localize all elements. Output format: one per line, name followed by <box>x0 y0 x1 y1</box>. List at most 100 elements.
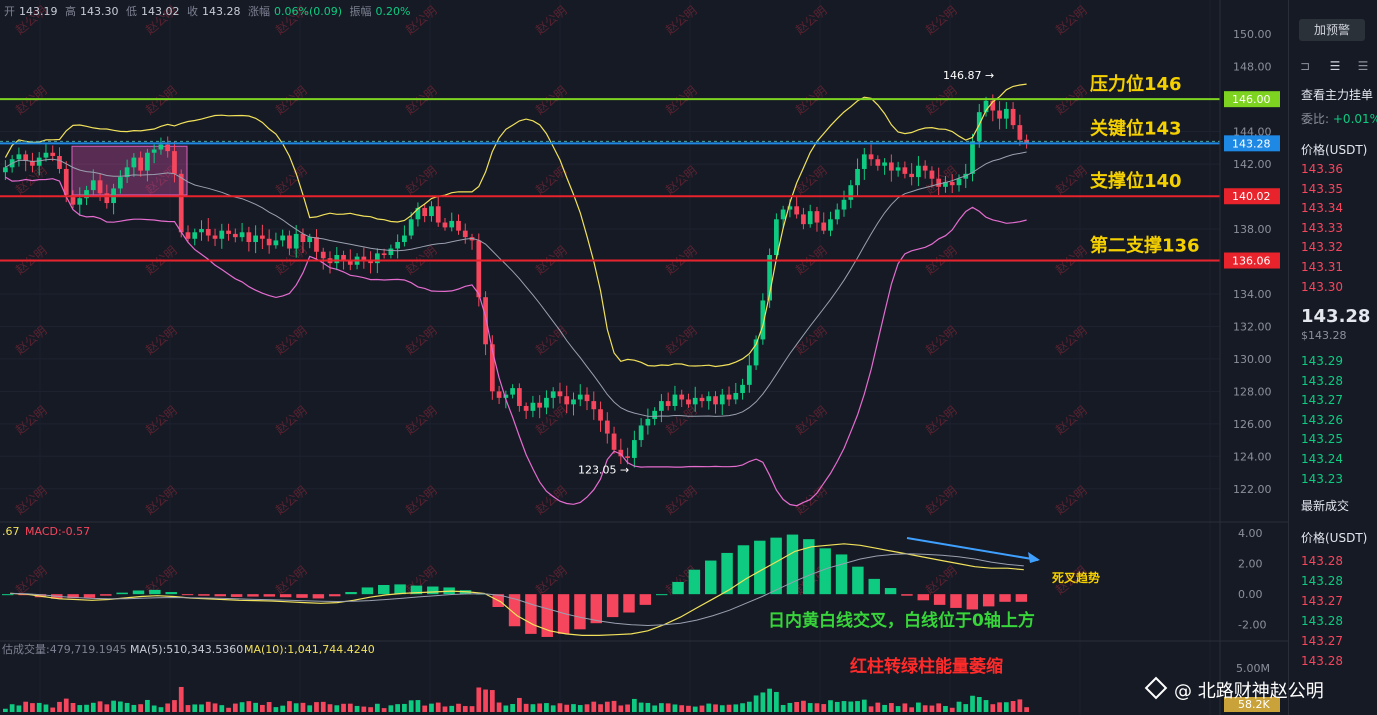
candle-body <box>205 229 211 236</box>
volume-bar <box>956 701 962 712</box>
volume-bar <box>422 705 428 712</box>
ask-price-row[interactable]: 143.31 <box>1301 260 1343 274</box>
candle-body <box>36 157 42 166</box>
candle-body <box>253 235 258 243</box>
macd-histogram-bar <box>83 594 96 598</box>
volume-bar <box>922 705 928 712</box>
ask-price-row[interactable]: 143.33 <box>1301 221 1343 235</box>
volume-bar <box>943 706 948 712</box>
candle-body <box>185 232 191 239</box>
candle-body <box>462 230 468 238</box>
volume-bar <box>158 707 164 712</box>
candlestick-chart[interactable]: 赵公明 赵公明 赵公明 赵公明 赵公明 赵公明 赵公明 赵公明 赵公明赵公明 赵公明 赵公明 赵公明赵… <box>0 0 1288 715</box>
candle-body <box>97 180 103 194</box>
volume-bar <box>909 707 915 712</box>
macd-histogram-bar <box>933 594 946 605</box>
volume-bar <box>131 704 137 712</box>
volume-bar <box>205 701 211 712</box>
volume-bar <box>807 703 813 712</box>
volume-bar <box>462 706 468 712</box>
ask-price-row[interactable]: 143.36 <box>1301 162 1343 176</box>
volume-bar <box>929 705 935 712</box>
book-asks-icon[interactable]: ☰ <box>1355 58 1371 74</box>
candle-body <box>970 141 975 174</box>
level-label-resistance: 压力位146 <box>1090 73 1182 95</box>
candle-body <box>435 206 441 223</box>
candle-body <box>591 401 597 410</box>
volume-bar <box>232 703 238 712</box>
macd-histogram-bar <box>786 534 799 595</box>
bid-price-row[interactable]: 143.25 <box>1301 432 1343 446</box>
volume-bar <box>503 705 509 712</box>
volume-bar <box>983 700 989 712</box>
volume-bar <box>679 705 685 712</box>
candle-body <box>232 233 238 238</box>
bid-price-row[interactable]: 143.26 <box>1301 413 1343 427</box>
volume-bar <box>9 704 15 712</box>
candle-body <box>598 409 603 421</box>
watermark-text: 赵公明 <box>663 83 700 117</box>
watermark-text: 赵公明 <box>13 83 50 117</box>
candle-body <box>557 391 563 397</box>
volume-bar <box>997 702 1002 712</box>
add-alert-button[interactable]: 加预警 <box>1299 19 1365 41</box>
price-tick: 132.00 <box>1233 320 1272 333</box>
candle-body <box>212 235 218 239</box>
volume-bar <box>848 701 854 712</box>
ask-price-row[interactable]: 143.35 <box>1301 182 1343 196</box>
candle-body <box>719 394 725 405</box>
volume-bar <box>300 702 306 712</box>
volume-bar <box>489 690 495 712</box>
high-value: 143.30 <box>80 5 119 18</box>
watermark-text: 赵公明 <box>923 3 960 37</box>
level-label-support: 支撑位140 <box>1089 170 1182 192</box>
macd-histogram-bar <box>982 594 995 607</box>
candle-body <box>341 255 346 260</box>
bid-price-row[interactable]: 143.23 <box>1301 472 1343 486</box>
trade-row: 143.28 <box>1301 554 1343 568</box>
bid-price-row[interactable]: 143.24 <box>1301 452 1343 466</box>
volume-bar <box>395 704 401 712</box>
change-label: 涨幅 <box>248 5 270 18</box>
volume-bar <box>652 705 658 712</box>
candle-body <box>807 211 813 225</box>
volume-bar <box>77 705 83 712</box>
candle-body <box>638 425 644 441</box>
watermark-text: 赵公明 <box>923 323 960 357</box>
candle-body <box>997 110 1002 119</box>
book-title[interactable]: 查看主力挂单 <box>1301 86 1373 103</box>
ask-price-row[interactable]: 143.30 <box>1301 280 1343 294</box>
trade-row: 143.27 <box>1301 594 1343 608</box>
trades-title[interactable]: 最新成交 <box>1301 497 1349 514</box>
watermark-text: 赵公明 <box>533 323 570 357</box>
bid-price-row[interactable]: 143.27 <box>1301 393 1343 407</box>
ask-price-row[interactable]: 143.32 <box>1301 240 1343 254</box>
volume-bar <box>442 706 448 712</box>
candle-body <box>523 405 529 411</box>
bid-price-row[interactable]: 143.28 <box>1301 374 1343 388</box>
volume-bar <box>50 707 56 712</box>
watermark-text: 赵公明 <box>533 563 570 597</box>
volume-bar <box>888 703 894 712</box>
book-both-icon[interactable]: ⊐ <box>1297 58 1313 74</box>
volume-bar <box>510 704 515 712</box>
volume-bar <box>226 707 231 712</box>
ask-price-row[interactable]: 143.34 <box>1301 201 1343 215</box>
volume-bar <box>90 702 96 712</box>
macd-histogram-bar <box>917 594 929 601</box>
book-bids-icon[interactable]: ☰ <box>1327 58 1343 74</box>
candle-body <box>402 235 407 243</box>
candle-body <box>544 397 549 408</box>
macd-histogram-bar <box>279 594 292 598</box>
candle-body <box>631 440 637 458</box>
volume-bar <box>604 701 610 712</box>
volume-bar <box>415 700 421 712</box>
volume-bar <box>550 705 556 712</box>
candle-body <box>145 152 150 171</box>
volume-bar <box>665 703 671 712</box>
trend-arrow-head <box>1028 552 1040 563</box>
low-label: 低 <box>126 5 137 18</box>
trade-row: 143.28 <box>1301 614 1343 628</box>
bid-price-row[interactable]: 143.29 <box>1301 354 1343 368</box>
amp-label: 振幅 <box>349 5 372 18</box>
